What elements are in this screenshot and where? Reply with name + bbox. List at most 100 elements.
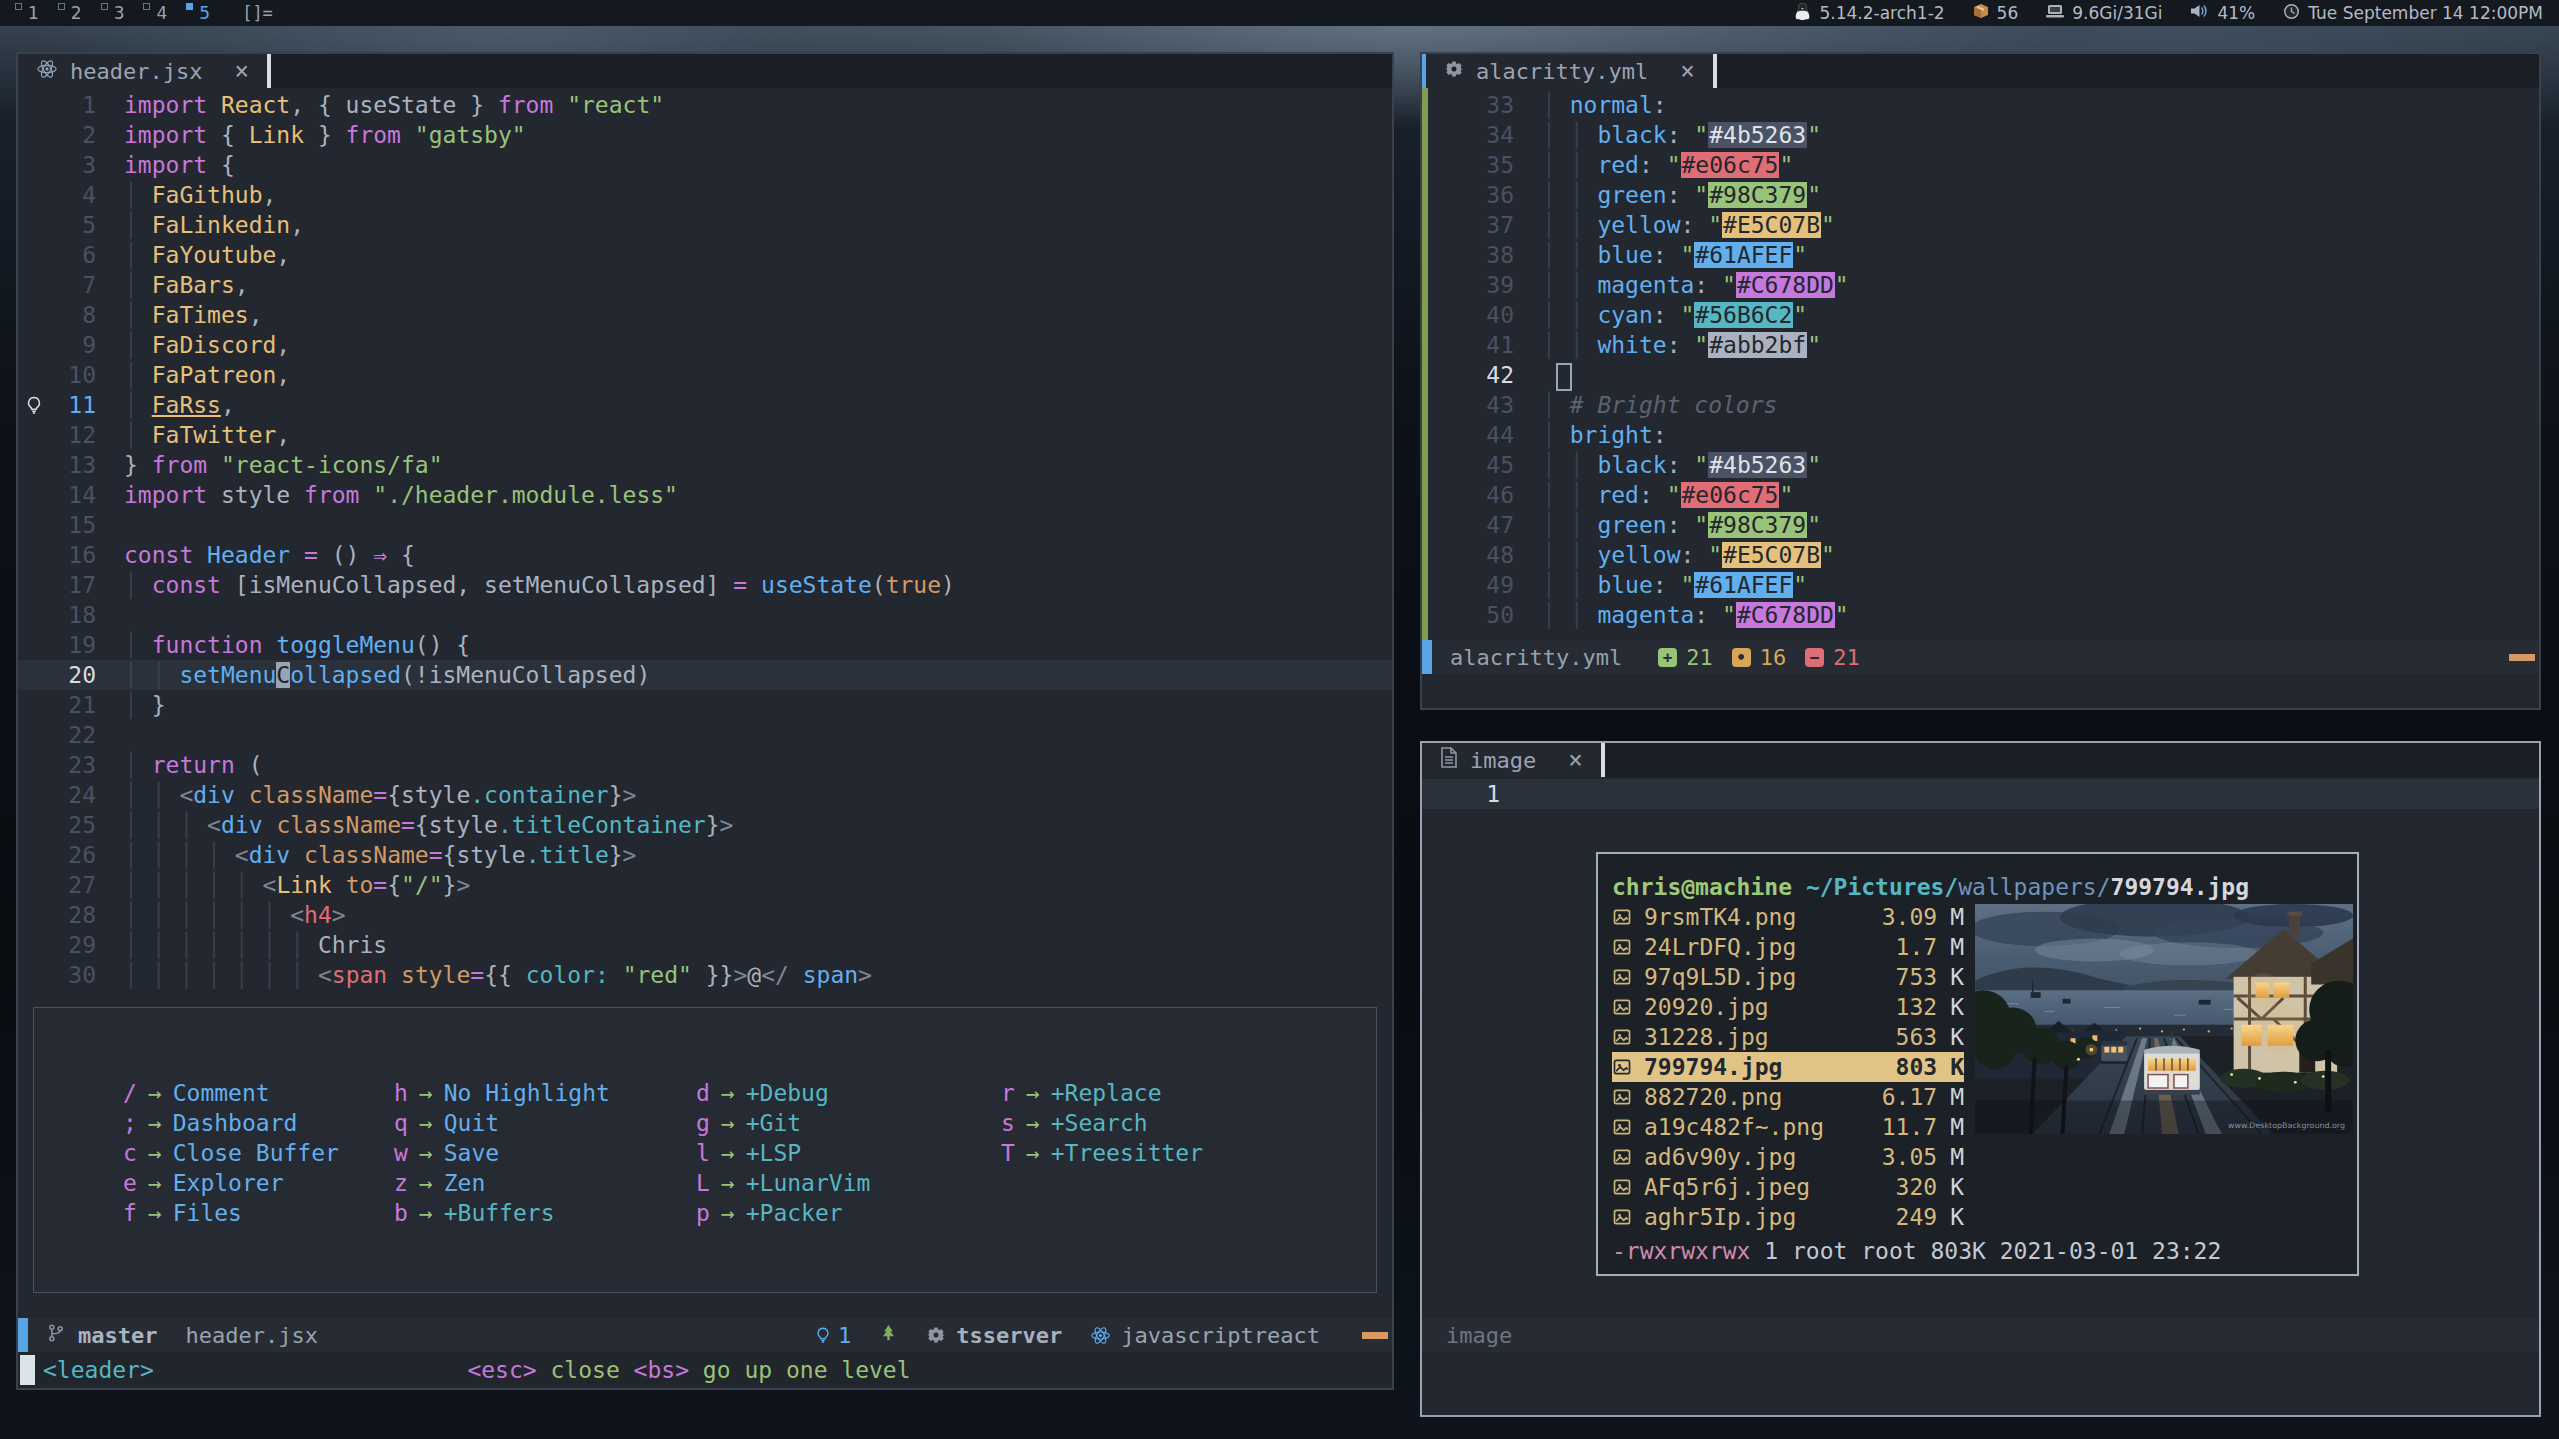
image-file-icon	[1612, 1027, 1644, 1047]
close-icon[interactable]: ×	[1680, 57, 1694, 85]
file-row[interactable]: 882720.png6.17M	[1612, 1082, 1964, 1112]
wallpaper-preview-image: www.DesktopBackground.org	[1975, 904, 2353, 1134]
code-line: 35│ │ red: "#e06c75"	[1428, 150, 2539, 180]
file-row[interactable]: 9rsmTK4.png3.09M	[1612, 902, 1964, 932]
code-line: 26│ │ │ │ <div className={style.title}>	[18, 840, 1392, 870]
whichkey-binding[interactable]: d→+Debug	[696, 1078, 1001, 1108]
packages-item: 56	[1973, 3, 2019, 23]
tree-icon	[879, 1322, 898, 1349]
file-row[interactable]: 24LrDFQ.jpg1.7M	[1612, 932, 1964, 962]
whichkey-binding[interactable]: l→+LSP	[696, 1138, 1001, 1168]
package-icon	[1973, 3, 1989, 23]
whichkey-binding[interactable]: z→Zen	[394, 1168, 696, 1198]
code-line: 1	[1422, 779, 2539, 809]
whichkey-binding[interactable]: c→Close Buffer	[123, 1138, 394, 1168]
code-line: 27│ │ │ │ │ <Link to={"/"}>	[18, 870, 1392, 900]
image-file-icon	[1612, 1087, 1644, 1107]
tr-statusline: alacritty.yml +21 •16 −21	[1422, 640, 2539, 674]
scroll-progress-bar	[1362, 1332, 1388, 1339]
mode-indicator	[1422, 640, 1432, 674]
code-area[interactable]: 33│ normal:34│ │ black: "#4b5263"35│ │ r…	[1422, 88, 2539, 640]
whichkey-binding[interactable]: r→+Replace	[1001, 1078, 1203, 1108]
code-line: 2import { Link } from "gatsby"	[18, 120, 1392, 150]
whichkey-binding[interactable]: f→Files	[123, 1198, 394, 1228]
whichkey-binding[interactable]: s→+Search	[1001, 1108, 1203, 1138]
clock-label: Tue September 14 12:00PM	[2308, 3, 2543, 23]
editor-window-image: image × chris@machine ~/Pictures/wallpap…	[1420, 741, 2541, 1417]
command-line[interactable]: <leader> <esc> close <bs> go up one leve…	[18, 1352, 1392, 1388]
whichkey-binding[interactable]: h→No Highlight	[394, 1078, 696, 1108]
code-line: 7│ FaBars,	[18, 270, 1392, 300]
code-line: 36│ │ green: "#98C379"	[1428, 180, 2539, 210]
tab-alacritty-yml[interactable]: alacritty.yml ×	[1426, 54, 1713, 88]
code-line: 47│ │ green: "#98C379"	[1428, 510, 2539, 540]
code-line: 1import React, { useState } from "react"	[18, 90, 1392, 120]
file-row[interactable]: 31228.jpg563K	[1612, 1022, 1964, 1052]
statusline-filename: header.jsx	[185, 1323, 317, 1348]
workspace-5[interactable]: 5	[186, 0, 214, 26]
code-line: 14import style from "./header.module.les…	[18, 480, 1392, 510]
file-row[interactable]: AFq5r6j.jpeg320K	[1612, 1172, 1964, 1202]
code-line: 15	[18, 510, 1392, 540]
workspace-indicator-square	[58, 3, 65, 10]
tab-image[interactable]: image ×	[1422, 743, 1601, 777]
file-row[interactable]: 799794.jpg803K	[1612, 1052, 1964, 1082]
code-line: 23│ return (	[18, 750, 1392, 780]
workspace-indicator-square	[186, 3, 193, 10]
whichkey-binding[interactable]: g→+Git	[696, 1108, 1001, 1138]
code-line: 4│ FaGithub,	[18, 180, 1392, 210]
whichkey-binding[interactable]: /→Comment	[123, 1078, 394, 1108]
terminal-title: chris@machine ~/Pictures/wallpapers/7997…	[1612, 872, 2357, 902]
code-line: 25│ │ │ <div className={style.titleConta…	[18, 810, 1392, 840]
layout-indicator[interactable]: []=	[242, 3, 273, 23]
whichkey-binding[interactable]: p→+Packer	[696, 1198, 1001, 1228]
whichkey-binding[interactable]: L→+LunarVim	[696, 1168, 1001, 1198]
removed-icon: −	[1805, 648, 1824, 667]
workspace-1[interactable]: 1	[15, 0, 43, 26]
lightbulb-icon	[24, 393, 44, 423]
whichkey-binding[interactable]: e→Explorer	[123, 1168, 394, 1198]
code-area[interactable]: /→Comment;→Dashboardc→Close Buffere→Expl…	[18, 88, 1392, 1318]
editor-window-alacritty-yml: alacritty.yml × 33│ normal:34│ │ black: …	[1420, 52, 2541, 710]
close-icon[interactable]: ×	[234, 57, 248, 85]
file-manager-popup: chris@machine ~/Pictures/wallpapers/7997…	[1596, 852, 2359, 1276]
file-row[interactable]: aghr5Ip.jpg249K	[1612, 1202, 1964, 1232]
kernel-item: 5.14.2-arch1-2	[1794, 2, 1944, 25]
diagnostics-item[interactable]: 1	[814, 1323, 851, 1348]
git-branch-label[interactable]: master	[78, 1323, 157, 1348]
code-line: 39│ │ magenta: "#C678DD"	[1428, 270, 2539, 300]
added-icon: +	[1658, 648, 1677, 667]
file-row[interactable]: 20920.jpg132K	[1612, 992, 1964, 1022]
whichkey-binding[interactable]: w→Save	[394, 1138, 696, 1168]
code-line: 45│ │ black: "#4b5263"	[1428, 450, 2539, 480]
code-line: 24│ │ <div className={style.container}>	[18, 780, 1392, 810]
statusline-filename: alacritty.yml	[1450, 645, 1622, 670]
workspace-4[interactable]: 4	[143, 0, 171, 26]
image-file-icon	[1612, 937, 1644, 957]
cmdline-cursor	[20, 1355, 35, 1385]
workspace-3[interactable]: 3	[101, 0, 129, 26]
whichkey-binding[interactable]: T→+Treesitter	[1001, 1138, 1203, 1168]
whichkey-binding[interactable]: q→Quit	[394, 1108, 696, 1138]
file-row[interactable]: 97q9L5D.jpg753K	[1612, 962, 1964, 992]
whichkey-binding[interactable]: ;→Dashboard	[123, 1108, 394, 1138]
code-line: 44│ bright:	[1428, 420, 2539, 450]
close-icon[interactable]: ×	[1568, 746, 1582, 774]
image-file-icon	[1612, 907, 1644, 927]
workspace-2[interactable]: 2	[58, 0, 86, 26]
code-area[interactable]: chris@machine ~/Pictures/wallpapers/7997…	[1422, 777, 2539, 1318]
gear-icon	[1444, 59, 1464, 84]
lsp-server-item: tsserver	[926, 1323, 1062, 1348]
whichkey-binding[interactable]: b→+Buffers	[394, 1198, 696, 1228]
volume-item: 41%	[2190, 3, 2255, 23]
whichkey-help: <esc> close <bs> go up one level	[467, 1357, 910, 1383]
code-line: 3import {	[18, 150, 1392, 180]
code-line: 12│ FaTwitter,	[18, 420, 1392, 450]
code-line: 10│ FaPatreon,	[18, 360, 1392, 390]
file-row[interactable]: ad6v90y.jpg3.05M	[1612, 1142, 1964, 1172]
memory-item: 9.6Gi/31Gi	[2046, 3, 2162, 23]
tab-header-jsx[interactable]: header.jsx ×	[18, 54, 267, 88]
left-tabline: header.jsx ×	[18, 54, 1392, 88]
file-row[interactable]: a19c482f~.png11.7M	[1612, 1112, 1964, 1142]
file-permissions: -rwxrwxrwx 1 root root 803K 2021-03-01 2…	[1612, 1236, 2221, 1266]
